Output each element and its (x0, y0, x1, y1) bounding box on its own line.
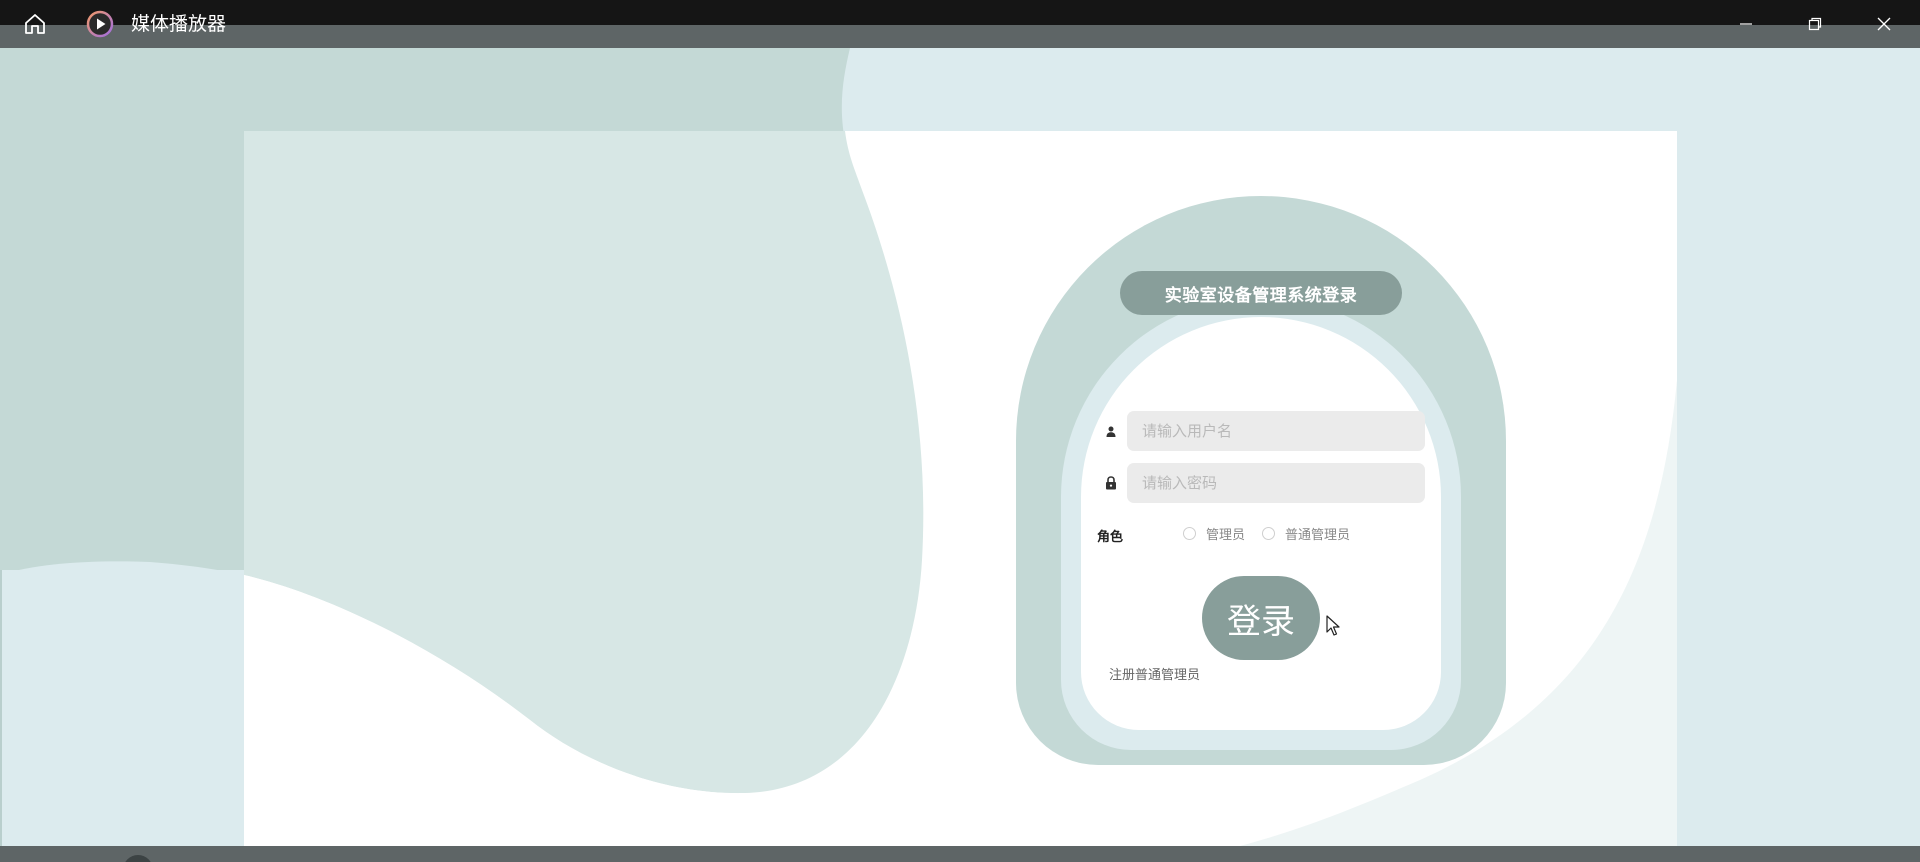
role-radio-admin[interactable] (1183, 527, 1196, 540)
password-input[interactable] (1127, 463, 1425, 503)
mouse-cursor-icon (1326, 615, 1340, 636)
restore-button[interactable] (1797, 10, 1833, 38)
minimize-button[interactable] (1728, 10, 1764, 38)
title-bar: 媒体播放器 (0, 0, 1920, 48)
user-icon (1103, 423, 1119, 439)
restore-icon (1808, 17, 1822, 31)
home-button[interactable] (20, 10, 50, 38)
username-input[interactable] (1127, 411, 1425, 451)
close-button[interactable] (1866, 10, 1902, 38)
home-icon (25, 14, 45, 34)
background-decoration (0, 48, 1920, 846)
role-label: 角色 (1097, 530, 1124, 545)
bottom-control-knob[interactable] (123, 855, 153, 862)
role-radio-normal-admin[interactable] (1262, 527, 1275, 540)
play-icon (86, 10, 114, 38)
window-title: 媒体播放器 (131, 13, 227, 35)
bottom-bar (0, 846, 1920, 862)
minimize-icon (1740, 23, 1752, 25)
login-title: 实验室设备管理系统登录 (1120, 271, 1402, 315)
lock-icon (1103, 475, 1119, 491)
close-icon (1877, 17, 1891, 31)
register-link[interactable]: 注册普通管理员 (1109, 664, 1200, 683)
login-button[interactable]: 登录 (1202, 576, 1320, 660)
role-option-admin[interactable]: 管理员 (1206, 524, 1245, 543)
role-option-normal-admin[interactable]: 普通管理员 (1285, 524, 1350, 543)
